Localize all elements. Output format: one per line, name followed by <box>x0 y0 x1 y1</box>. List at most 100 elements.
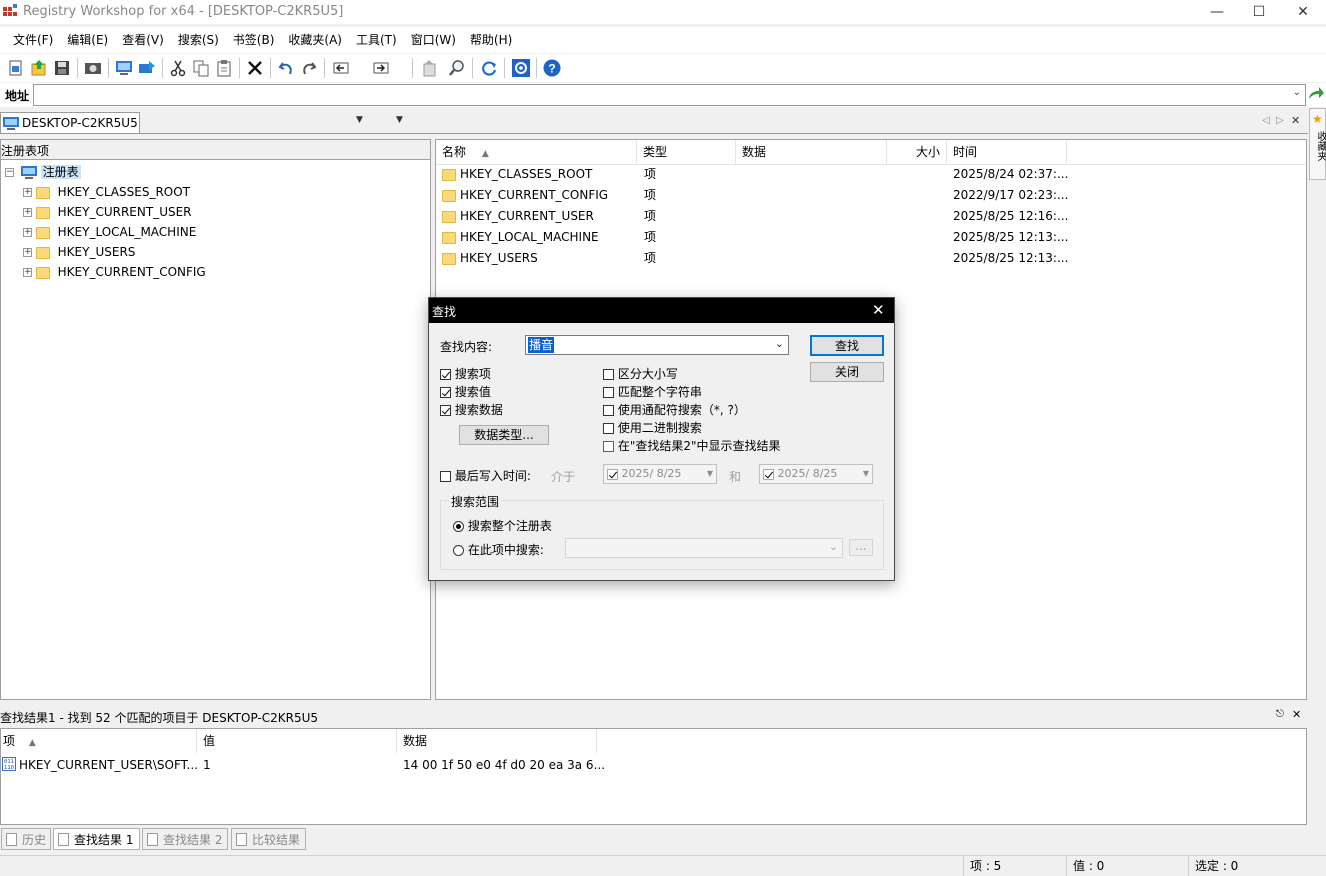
dialog-close-icon[interactable]: ✕ <box>872 301 885 319</box>
back-icon[interactable] <box>332 58 352 78</box>
tree-item[interactable]: + HKEY_CLASSES_ROOT <box>23 182 190 202</box>
checkbox[interactable] <box>603 387 614 398</box>
menu-favorites[interactable]: 收藏夹(A) <box>281 27 349 53</box>
list-row[interactable]: HKEY_LOCAL_MACHINE 项 2025/8/25 12:13:... <box>442 227 1068 248</box>
checkbox-checked[interactable] <box>440 369 451 380</box>
tab-history[interactable]: 历史 <box>1 828 51 850</box>
results-col-value[interactable]: 值 <box>197 729 397 753</box>
radio[interactable] <box>453 545 464 556</box>
tab-find-results-2[interactable]: 查找结果 2 <box>142 828 228 850</box>
option-search-keys[interactable]: 搜索项 <box>440 365 503 383</box>
address-input[interactable]: ⌄ <box>33 84 1306 106</box>
option-match-case[interactable]: 区分大小写 <box>603 365 781 383</box>
data-types-button[interactable]: 数据类型... <box>459 425 549 445</box>
col-name[interactable]: 名称 ▲ <box>436 140 637 164</box>
between-label: 介于 <box>551 470 576 484</box>
col-time[interactable]: 时间 <box>947 140 1067 164</box>
checkbox[interactable] <box>603 405 614 416</box>
checkbox-checked[interactable] <box>440 405 451 416</box>
redo-icon[interactable] <box>299 58 319 78</box>
menu-view[interactable]: 查看(V) <box>115 27 171 53</box>
cut-icon[interactable] <box>168 58 188 78</box>
results-close-icon[interactable]: ✕ <box>1292 708 1301 721</box>
results-col-key[interactable]: 项 ▲ <box>1 729 197 753</box>
undo-icon[interactable] <box>276 58 296 78</box>
pin-icon[interactable]: ⎋ <box>1276 709 1284 720</box>
search-input[interactable]: 播音 ⌄ <box>525 335 789 355</box>
tab-scroll-left-icon[interactable]: ◁ <box>1262 115 1270 126</box>
list-row[interactable]: HKEY_USERS 项 2025/8/25 12:13:... <box>442 248 1068 269</box>
menu-window[interactable]: 窗口(W) <box>404 27 463 53</box>
minimize-button[interactable]: — <box>1194 0 1240 24</box>
address-dropdown-icon[interactable]: ⌄ <box>1293 87 1301 98</box>
snapshot-icon[interactable] <box>83 58 103 78</box>
tree-item[interactable]: + HKEY_CURRENT_CONFIG <box>23 262 206 282</box>
delete-icon[interactable] <box>245 58 265 78</box>
refresh-icon[interactable] <box>479 58 499 78</box>
maximize-button[interactable]: ☐ <box>1236 0 1282 24</box>
menu-search[interactable]: 搜索(S) <box>171 27 226 53</box>
menu-edit[interactable]: 编辑(E) <box>60 27 115 53</box>
col-type[interactable]: 类型 <box>637 140 736 164</box>
expand-icon[interactable]: + <box>23 248 32 257</box>
col-size[interactable]: 大小 <box>887 140 947 164</box>
results-row[interactable]: 011 110 HKEY_CURRENT_USER\SOFT... 1 14 00… <box>1 755 1301 775</box>
tree-item[interactable]: + HKEY_USERS <box>23 242 135 262</box>
option-wildcard[interactable]: 使用通配符搜索（*, ?） <box>603 401 781 419</box>
expand-icon[interactable]: + <box>23 268 32 277</box>
tree-item[interactable]: + HKEY_LOCAL_MACHINE <box>23 222 196 242</box>
list-row[interactable]: HKEY_CLASSES_ROOT 项 2025/8/24 02:37:... <box>442 164 1068 185</box>
import-icon[interactable] <box>29 58 49 78</box>
tree-item[interactable]: + HKEY_CURRENT_USER <box>23 202 192 222</box>
close-window-button[interactable]: ✕ <box>1280 0 1326 24</box>
search-dropdown-icon[interactable]: ⌄ <box>775 337 784 350</box>
option-whole-string[interactable]: 匹配整个字符串 <box>603 383 781 401</box>
results-col-data[interactable]: 数据 <box>397 729 597 753</box>
find-icon[interactable] <box>447 58 467 78</box>
forward-icon[interactable] <box>372 58 392 78</box>
menu-help[interactable]: 帮助(H) <box>463 27 519 53</box>
option-show-in-results-2[interactable]: 在"查找结果2"中显示查找结果 <box>603 437 781 455</box>
radio-selected[interactable] <box>453 521 464 532</box>
scope-key-option[interactable]: 在此项中搜索: <box>453 541 544 558</box>
collapse-icon[interactable]: − <box>5 168 14 177</box>
menu-bookmarks[interactable]: 书签(B) <box>226 27 282 53</box>
tree-root[interactable]: − 注册表 <box>5 162 81 182</box>
favorites-side-tab[interactable]: ★ 收藏夹 <box>1309 108 1326 180</box>
connect-remote-icon[interactable] <box>137 58 157 78</box>
tab-find-results-1[interactable]: 查找结果 1 <box>53 828 140 850</box>
col-data[interactable]: 数据 <box>736 140 887 164</box>
computer-icon[interactable] <box>114 58 134 78</box>
up-level-icon[interactable] <box>419 58 439 78</box>
tab-compare-results[interactable]: 比较结果 <box>231 828 306 850</box>
option-last-write[interactable]: 最后写入时间: <box>440 467 531 484</box>
find-button[interactable]: 查找 <box>810 335 884 356</box>
option-binary[interactable]: 使用二进制搜索 <box>603 419 781 437</box>
scope-all-option[interactable]: 搜索整个注册表 <box>453 517 552 534</box>
tab-scroll-right-icon[interactable]: ▷ <box>1276 115 1284 126</box>
list-row[interactable]: HKEY_CURRENT_USER 项 2025/8/25 12:16:... <box>442 206 1068 227</box>
close-button[interactable]: 关闭 <box>810 362 884 382</box>
expand-icon[interactable]: + <box>23 188 32 197</box>
checkbox[interactable] <box>440 471 451 482</box>
menu-file[interactable]: 文件(F) <box>6 27 60 53</box>
tab-desktop[interactable]: DESKTOP-C2KR5U5 <box>0 112 140 134</box>
new-icon[interactable] <box>6 58 26 78</box>
menu-tools[interactable]: 工具(T) <box>349 27 404 53</box>
expand-icon[interactable]: + <box>23 228 32 237</box>
save-icon[interactable] <box>52 58 72 78</box>
option-search-values[interactable]: 搜索值 <box>440 383 503 401</box>
paste-icon[interactable] <box>214 58 234 78</box>
tab-close-icon[interactable]: ✕ <box>1291 114 1300 127</box>
help-icon[interactable]: ? <box>542 58 562 78</box>
settings-icon[interactable] <box>511 58 531 78</box>
go-arrow-icon[interactable] <box>1307 85 1325 103</box>
checkbox[interactable] <box>603 369 614 380</box>
expand-icon[interactable]: + <box>23 208 32 217</box>
list-row[interactable]: HKEY_CURRENT_CONFIG 项 2022/9/17 02:23:... <box>442 185 1068 206</box>
copy-icon[interactable] <box>191 58 211 78</box>
checkbox[interactable] <box>603 441 614 452</box>
checkbox[interactable] <box>603 423 614 434</box>
checkbox-checked[interactable] <box>440 387 451 398</box>
option-search-data[interactable]: 搜索数据 <box>440 401 503 419</box>
